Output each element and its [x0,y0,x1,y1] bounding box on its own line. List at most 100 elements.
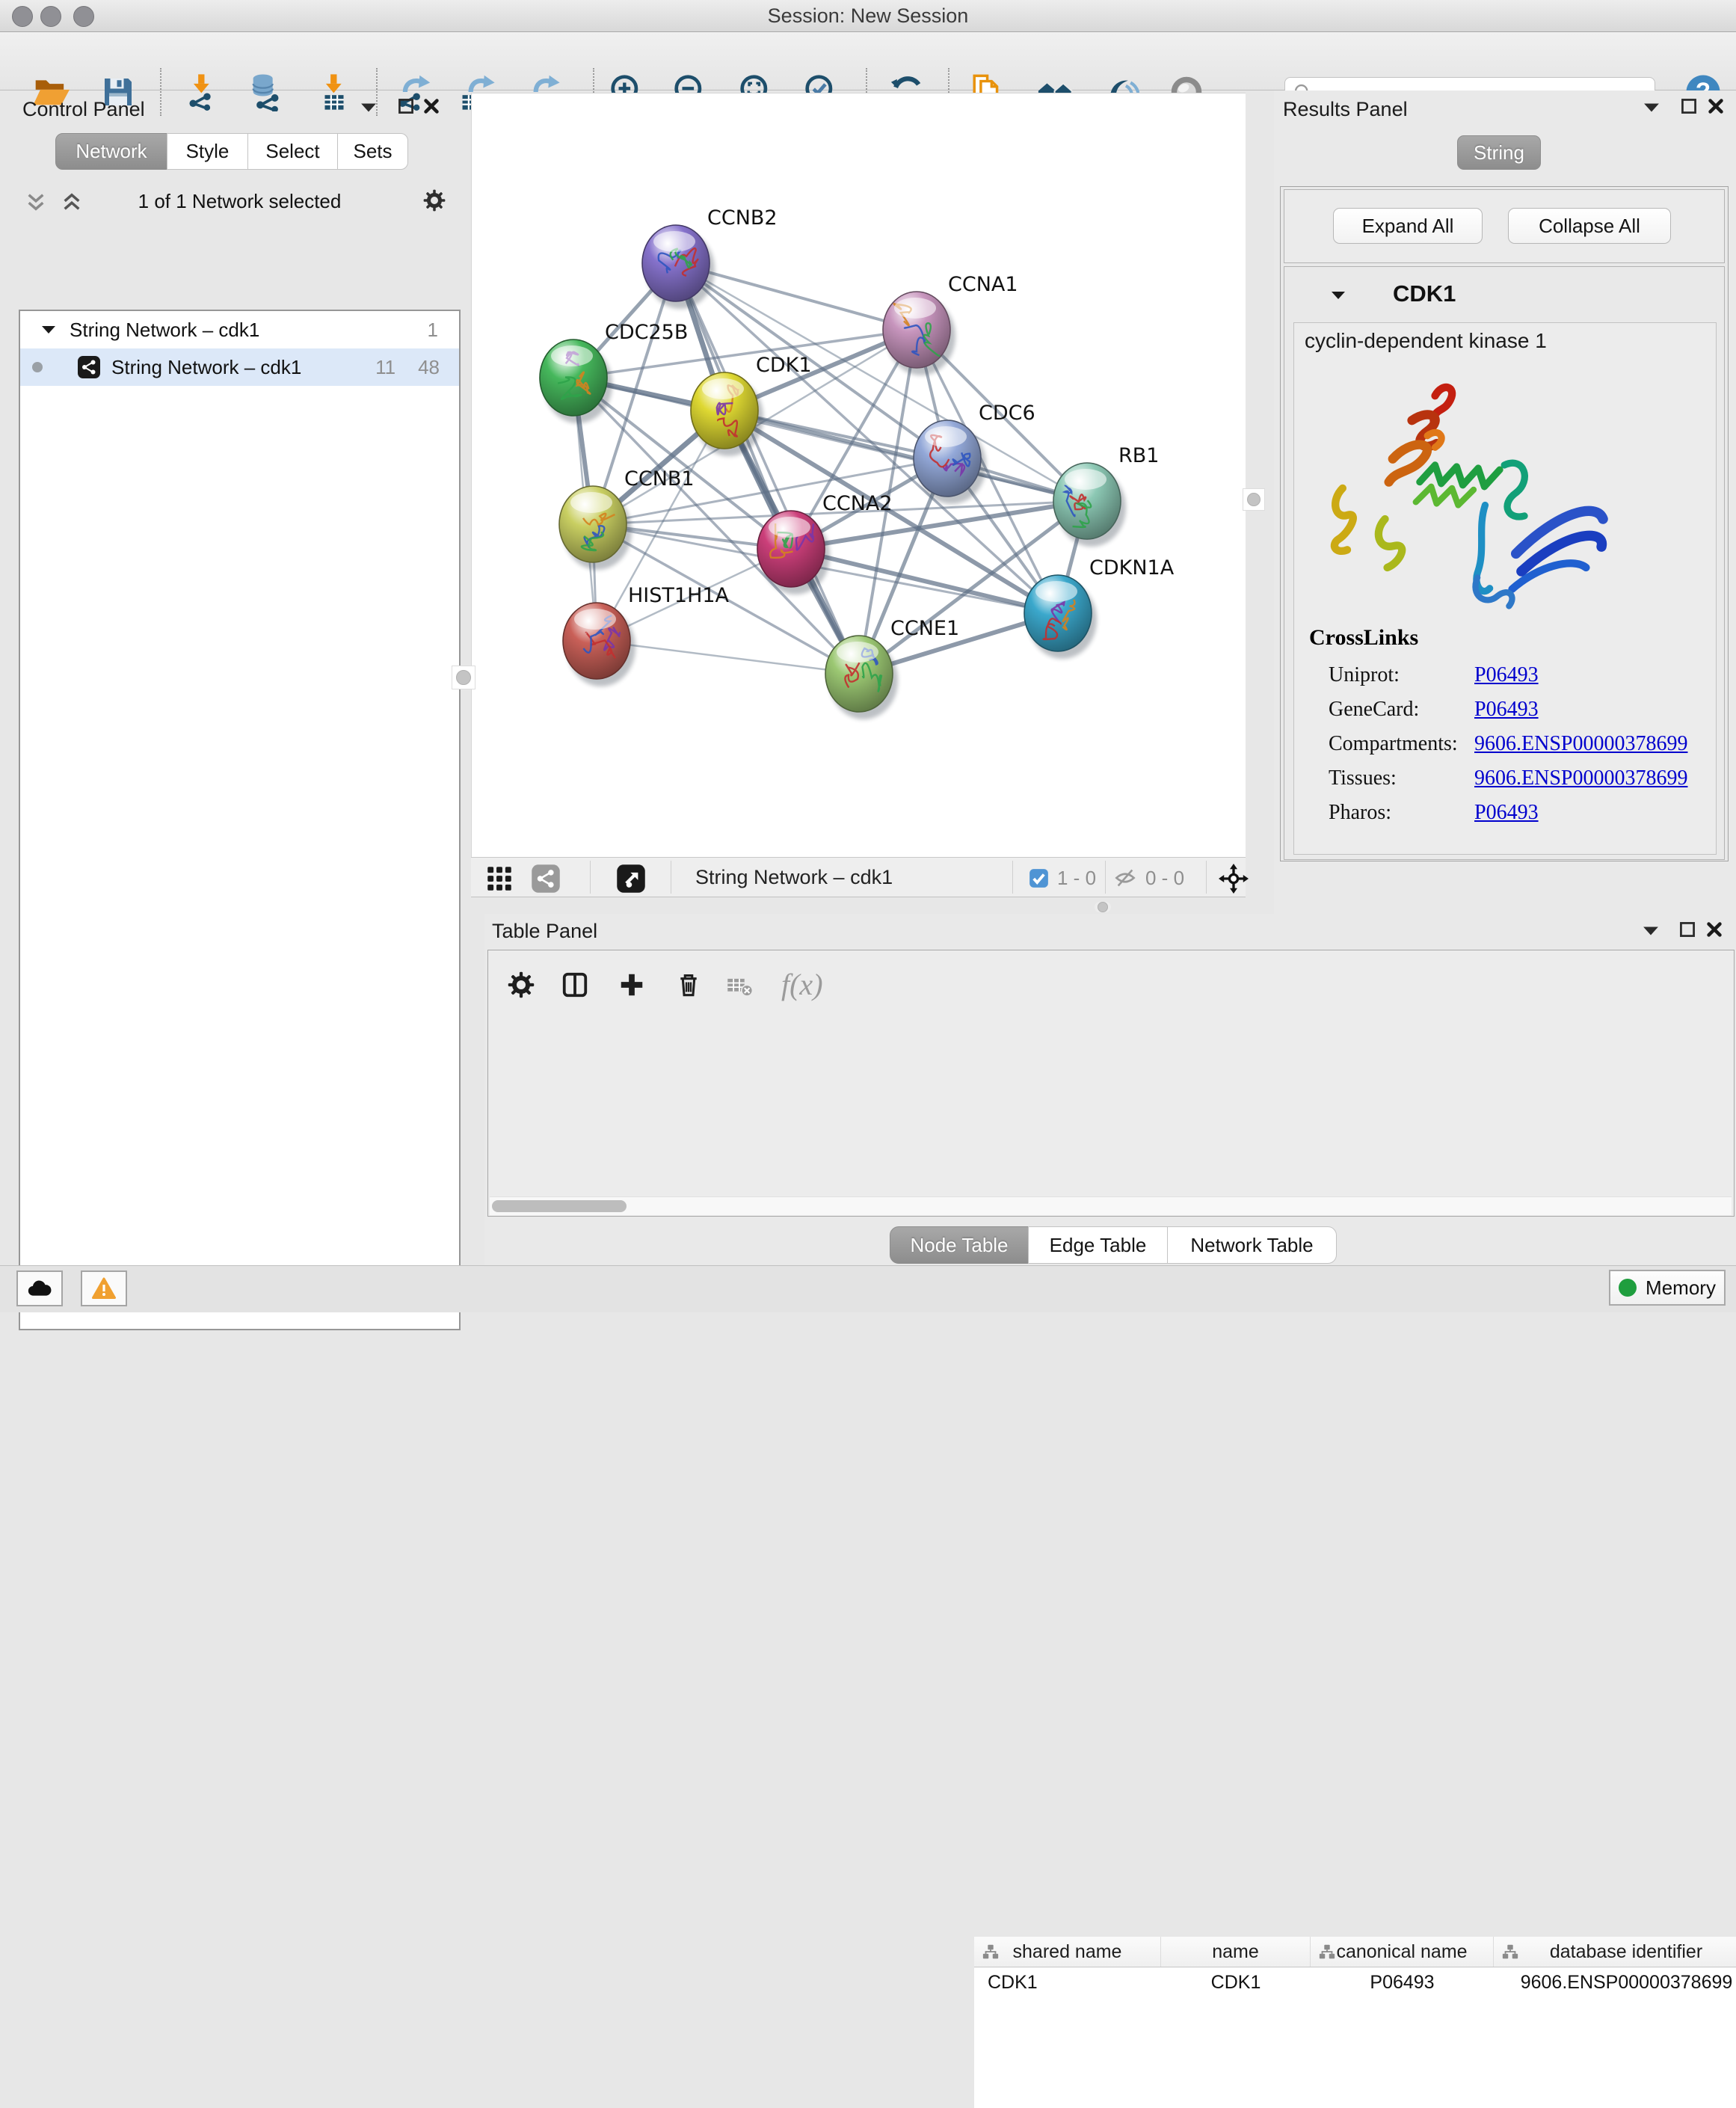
network-node-label: CCNA1 [948,273,1018,296]
table-panel-close-icon[interactable] [1703,918,1726,941]
column-header-shared-name[interactable]: shared name [974,1937,1161,1967]
table-row[interactable]: CDK1CDK1P064939606.ENSP00000378699cyclin… [974,1967,1736,1997]
network-canvas[interactable]: CCNB2CCNA1CDC25BCDK1CDC6RB1CCNB1CCNA2CDK… [471,93,1246,857]
add-column-icon[interactable] [617,970,647,1000]
network-node-HIST1H1A[interactable]: HIST1H1A [563,584,730,679]
tab-node-table[interactable]: Node Table [890,1226,1029,1264]
table-tabs: Node TableEdge TableNetwork Table [890,1226,1337,1264]
table-cell[interactable]: CDK1 [974,1967,1161,1997]
crosslink-row: Compartments:9606.ENSP00000378699 [1329,727,1702,761]
memory-label: Memory [1646,1276,1716,1300]
protein-section: CDK1 cyclin-dependent kinase 1 [1284,266,1725,860]
bottom-splitter-handle[interactable] [1095,902,1111,912]
birds-eye-view-icon[interactable] [1217,862,1250,895]
memory-button[interactable]: Memory [1609,1270,1726,1306]
table-settings-gear-icon[interactable] [506,970,536,1000]
network-row[interactable]: String Network – cdk1 11 48 [20,348,459,386]
window-title: Session: New Session [0,0,1736,31]
toolbar-separator [1206,861,1207,894]
title-bar: Session: New Session [0,0,1736,32]
crosslink-row: Uniprot:P06493 [1329,658,1702,692]
table-cell[interactable]: CDK1 [1161,1967,1311,1997]
crosslink-value-link[interactable]: 9606.ENSP00000378699 [1474,732,1687,756]
section-collapse-icon[interactable] [1331,289,1346,301]
collapse-all-button[interactable]: Collapse All [1508,208,1671,244]
control-panel-float-icon[interactable] [395,95,417,117]
right-splitter-handle[interactable] [1243,488,1265,511]
network-list-header: 1 of 1 Network selected [19,183,461,219]
network-node-label: CCNE1 [890,617,959,640]
column-header-database-identifier[interactable]: database identifier [1494,1937,1736,1967]
window-close-button[interactable] [12,6,33,27]
toolbar-separator [1105,861,1106,894]
show-columns-icon[interactable] [560,970,590,1000]
network-label: String Network – cdk1 [111,356,301,379]
column-header-label: shared name [1013,1941,1122,1963]
results-panel-close-icon[interactable] [1705,95,1727,117]
crosslink-row: Tissues:9606.ENSP00000378699 [1329,761,1702,796]
network-options-gear-icon[interactable] [423,189,446,212]
delete-table-icon [724,971,754,1001]
crosslink-value-link[interactable]: 9606.ENSP00000378699 [1474,766,1687,790]
column-header-label: database identifier [1550,1941,1702,1963]
crosslink-value-link[interactable]: P06493 [1474,698,1539,722]
table-panel-title: Table Panel [492,920,597,943]
results-panel-float-icon[interactable] [1678,95,1700,117]
results-panel-collapse-icon[interactable] [1640,96,1663,119]
table-panel-float-icon[interactable] [1676,918,1699,941]
table-panel-collapse-icon[interactable] [1640,920,1662,942]
selected-checkbox-icon[interactable] [1027,867,1050,889]
crosslink-label: Tissues: [1329,766,1474,790]
expand-all-networks-icon[interactable] [25,191,47,213]
expand-all-button[interactable]: Expand All [1333,208,1483,244]
network-node-CDKN1A[interactable]: CDKN1A [1024,556,1175,651]
network-share-view-icon[interactable] [529,862,562,895]
column-header-canonical-name[interactable]: canonical name [1311,1937,1494,1967]
warning-status-button[interactable] [81,1270,127,1306]
control-panel-close-icon[interactable] [420,95,443,117]
table-cell[interactable]: 9606.ENSP00000378699 [1494,1967,1736,1997]
network-node-label: CCNA2 [822,492,893,515]
collection-count: 1 [428,319,438,342]
network-node-CDC25B[interactable]: CDC25B [540,321,688,416]
cloud-status-button[interactable] [16,1270,63,1306]
control-panel-collapse-icon[interactable] [357,96,380,119]
tab-style[interactable]: Style [167,133,248,170]
table-hscrollbar-thumb[interactable] [492,1200,627,1212]
delete-column-trash-icon[interactable] [674,970,704,1000]
network-edge[interactable] [676,263,859,674]
tab-network[interactable]: Network [55,133,167,170]
tab-sets[interactable]: Sets [337,133,408,170]
open-view-icon[interactable] [615,862,647,895]
column-header-label: name [1212,1941,1259,1963]
window-minimize-button[interactable] [40,6,61,27]
crosslinks-title: CrossLinks [1309,625,1418,651]
network-edge[interactable] [597,641,859,674]
results-panel: Results Panel String Expand All Collapse… [1274,90,1736,914]
table-panel: Table Panel f(x) shared namenamecanonica… [484,914,1736,1265]
tab-string[interactable]: String [1457,135,1541,170]
network-graph: CCNB2CCNA1CDC25BCDK1CDC6RB1CCNB1CCNA2CDK… [472,93,1246,858]
collection-expand-icon[interactable] [41,324,56,336]
network-node-label: CCNB2 [707,206,778,230]
network-share-icon [77,355,101,379]
grid-view-icon[interactable] [483,862,516,895]
crosslink-value-link[interactable]: P06493 [1474,801,1539,825]
hidden-eye-icon [1112,867,1138,889]
network-collection-row[interactable]: String Network – cdk1 1 [20,311,459,348]
table-cell[interactable]: P06493 [1311,1967,1494,1997]
left-splitter-handle[interactable] [452,666,475,689]
column-header-name[interactable]: name [1161,1937,1311,1967]
network-node-RB1[interactable]: RB1 [1053,444,1159,539]
network-view-toolbar: String Network – cdk1 1 - 0 0 - 0 [471,857,1246,897]
crosslink-value-link[interactable]: P06493 [1474,663,1539,687]
collapse-all-networks-icon[interactable] [61,191,83,213]
tab-select[interactable]: Select [247,133,338,170]
network-edge-count: 48 [418,356,440,379]
tab-network-table[interactable]: Network Table [1167,1226,1337,1264]
table-hscrollbar [490,1196,1732,1215]
toolbar-separator [590,861,591,894]
window-zoom-button[interactable] [73,6,94,27]
tab-edge-table[interactable]: Edge Table [1028,1226,1168,1264]
memory-status-dot [1619,1279,1637,1297]
